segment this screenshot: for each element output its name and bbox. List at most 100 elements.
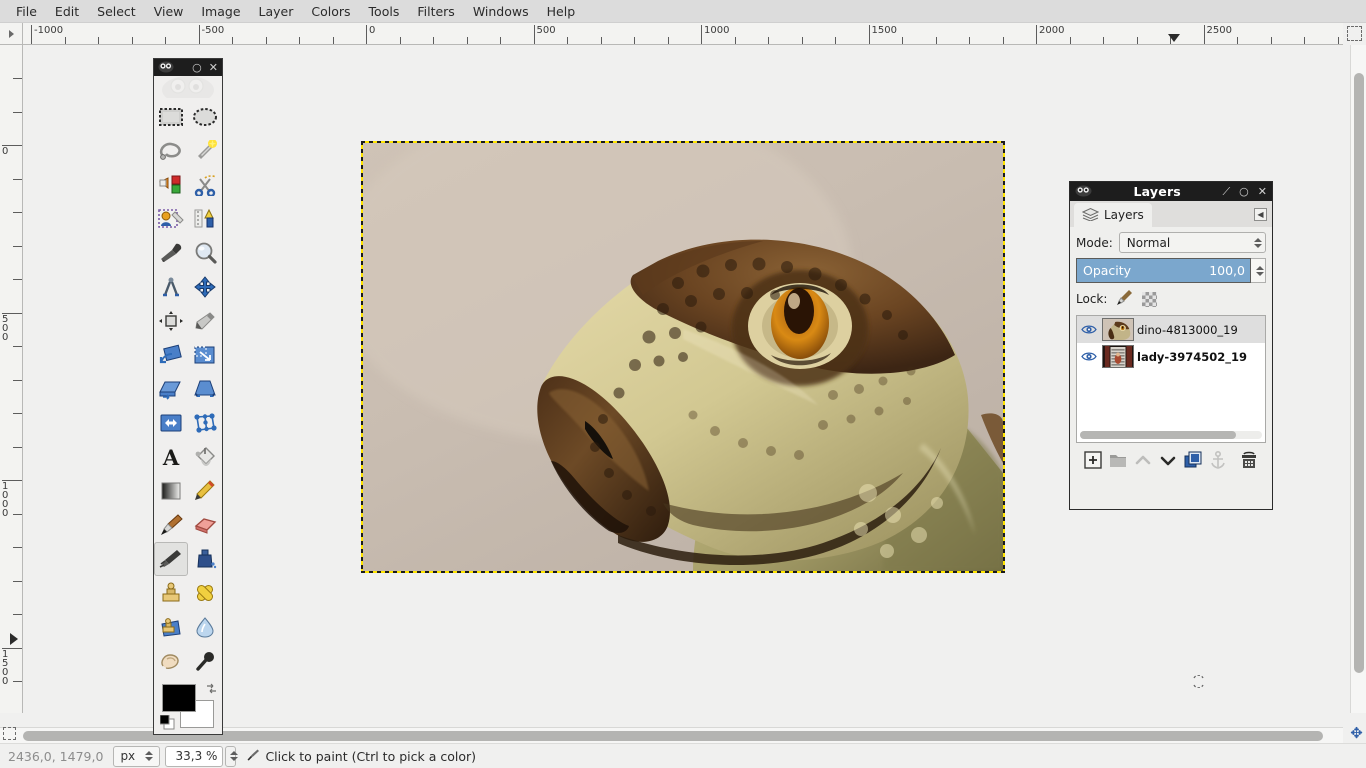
layer-visibility-icon[interactable]	[1079, 324, 1099, 335]
ruler-unit-button[interactable]	[0, 23, 23, 45]
flip-tool[interactable]	[154, 406, 188, 440]
unit-selector[interactable]: px	[113, 745, 161, 767]
layer-list-scrollbar[interactable]	[1080, 431, 1262, 439]
airbrush-tool[interactable]	[154, 542, 188, 576]
duplicate-layer-button[interactable]	[1184, 451, 1202, 469]
opacity-slider[interactable]: Opacity 100,0	[1076, 258, 1251, 283]
free-select-tool[interactable]	[154, 134, 188, 168]
tab-menu-icon[interactable]: ◀	[1254, 207, 1267, 221]
shear-tool[interactable]	[154, 372, 188, 406]
horizontal-ruler[interactable]: -1000 -500 0 500 1000 1500 2000 2500	[23, 23, 1343, 45]
layers-window-controls[interactable]: ⟋ ○ ✕	[1222, 185, 1267, 199]
perspective-tool[interactable]	[188, 372, 222, 406]
layer-list[interactable]: dino-4813000_19 lady-3974502_19	[1076, 315, 1266, 443]
measure-tool[interactable]	[154, 270, 188, 304]
quick-mask-toggle-icon[interactable]	[3, 727, 16, 740]
toolbox-window-controls[interactable]: ○ ✕	[192, 61, 218, 74]
menu-view[interactable]: View	[145, 2, 193, 21]
layer-visibility-icon[interactable]	[1079, 351, 1099, 362]
new-layer-button[interactable]	[1084, 451, 1102, 469]
tool-grid[interactable]: A	[154, 98, 222, 678]
move-tool[interactable]	[188, 270, 222, 304]
mode-dropdown[interactable]: Normal	[1118, 232, 1266, 253]
dodge-burn-tool[interactable]	[188, 644, 222, 678]
paintbrush-tool[interactable]	[154, 508, 188, 542]
rotate-tool[interactable]	[154, 338, 188, 372]
layers-button-bar[interactable]	[1076, 443, 1266, 469]
toolbox-window[interactable]: ○ ✕ A	[153, 58, 223, 735]
clone-tool[interactable]	[154, 576, 188, 610]
menu-filters[interactable]: Filters	[408, 2, 463, 21]
layers-dialog[interactable]: Layers ⟋ ○ ✕ Layers ◀ Mode: Normal Opaci…	[1069, 181, 1273, 510]
bucket-fill-tool[interactable]	[188, 440, 222, 474]
layer-list-scroll-thumb[interactable]	[1080, 431, 1236, 439]
detach-icon[interactable]: ⟋	[1222, 185, 1230, 199]
ruler-label: 2500	[1206, 25, 1232, 36]
menu-file[interactable]: File	[7, 2, 46, 21]
color-swatches[interactable]	[159, 682, 218, 734]
opacity-spinner-icon[interactable]	[1251, 258, 1266, 283]
toolbox-title-bar[interactable]: ○ ✕	[154, 59, 222, 76]
zoom-tool[interactable]	[188, 236, 222, 270]
menu-colors[interactable]: Colors	[302, 2, 359, 21]
minimize-icon[interactable]: ○	[1239, 185, 1249, 199]
heal-tool[interactable]	[188, 576, 222, 610]
ruler-minor-tick	[13, 446, 22, 448]
smudge-tool[interactable]	[154, 644, 188, 678]
quick-mask-top-icon[interactable]	[1347, 26, 1362, 41]
delete-layer-button[interactable]	[1240, 451, 1258, 469]
menu-help[interactable]: Help	[538, 2, 585, 21]
tab-menu-button[interactable]: ◀	[1254, 201, 1267, 227]
reset-colors-icon[interactable]	[159, 714, 175, 734]
scale-tool[interactable]	[188, 338, 222, 372]
layers-title-bar[interactable]: Layers ⟋ ○ ✕	[1070, 182, 1272, 201]
close-icon[interactable]: ✕	[209, 61, 218, 74]
tab-layers[interactable]: Layers	[1074, 203, 1152, 227]
perspective-clone-tool[interactable]	[154, 610, 188, 644]
text-tool[interactable]: A	[154, 440, 188, 474]
align-tool[interactable]	[154, 304, 188, 338]
layers-tab-row[interactable]: Layers ◀	[1070, 201, 1272, 227]
minimize-icon[interactable]: ○	[192, 61, 202, 74]
lower-layer-button[interactable]	[1159, 451, 1177, 469]
menu-layer[interactable]: Layer	[250, 2, 303, 21]
cage-transform-tool[interactable]	[188, 406, 222, 440]
mode-spinner-icon[interactable]	[1253, 237, 1262, 248]
gradient-tool[interactable]	[154, 474, 188, 508]
foreground-color-swatch[interactable]	[162, 684, 196, 712]
ellipse-select-tool[interactable]	[188, 100, 222, 134]
menu-windows[interactable]: Windows	[464, 2, 538, 21]
unit-spinner-icon[interactable]	[144, 751, 153, 761]
canvas-vertical-scrollbar[interactable]	[1350, 45, 1366, 713]
menu-image[interactable]: Image	[192, 2, 249, 21]
new-layer-group-button[interactable]	[1109, 451, 1127, 469]
zoom-level-input[interactable]: 33,3 %	[165, 745, 224, 767]
fuzzy-select-tool[interactable]	[188, 134, 222, 168]
menu-edit[interactable]: Edit	[46, 2, 88, 21]
vertical-ruler[interactable]: 0 500 1000 1500	[0, 45, 23, 713]
menu-tools[interactable]: Tools	[360, 2, 409, 21]
select-by-color-tool[interactable]	[154, 168, 188, 202]
scissors-select-tool[interactable]	[188, 168, 222, 202]
eraser-tool[interactable]	[188, 508, 222, 542]
vertical-scroll-thumb[interactable]	[1354, 73, 1364, 673]
pencil-tool[interactable]	[188, 474, 222, 508]
blur-sharpen-tool[interactable]	[188, 610, 222, 644]
rect-select-tool[interactable]	[154, 100, 188, 134]
lock-alpha-icon[interactable]	[1142, 291, 1158, 307]
close-icon[interactable]: ✕	[1258, 185, 1267, 199]
navigation-move-icon[interactable]: ✥	[1349, 726, 1364, 741]
foreground-select-tool[interactable]	[154, 202, 188, 236]
crop-tool[interactable]	[188, 304, 222, 338]
color-picker-tool[interactable]	[154, 236, 188, 270]
lock-pixels-icon[interactable]	[1116, 289, 1133, 309]
menu-select[interactable]: Select	[88, 2, 145, 21]
image-canvas[interactable]	[361, 141, 1005, 573]
ink-tool[interactable]	[188, 542, 222, 576]
layer-row[interactable]: lady-3974502_19	[1077, 343, 1265, 370]
zoom-spinner-icon[interactable]	[225, 745, 238, 767]
paths-tool[interactable]	[188, 202, 222, 236]
opacity-row[interactable]: Opacity 100,0	[1076, 258, 1266, 283]
layer-row[interactable]: dino-4813000_19	[1077, 316, 1265, 343]
swap-colors-icon[interactable]	[205, 682, 218, 698]
